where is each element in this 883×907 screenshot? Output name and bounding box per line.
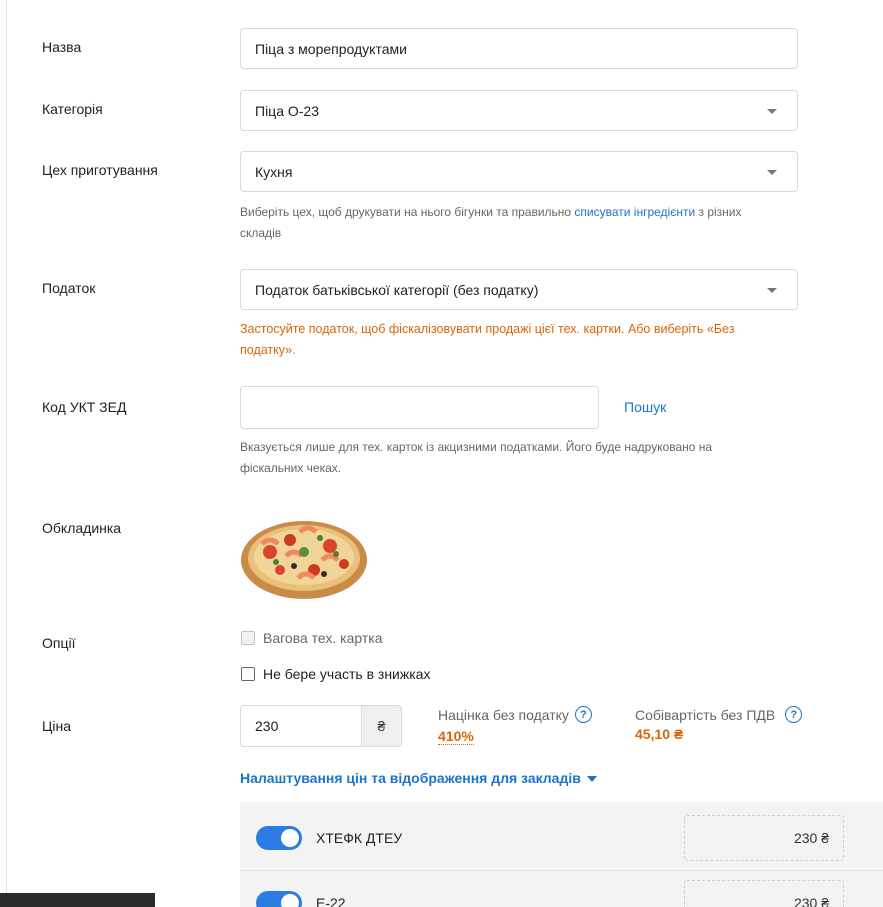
name-input-value: Піца з морепродуктами bbox=[255, 40, 407, 57]
pizza-image bbox=[240, 508, 368, 600]
uktzed-hint: Вказується лише для тех. карток із акциз… bbox=[240, 440, 713, 475]
markup-label-text: Націнка без податку bbox=[438, 706, 569, 723]
category-select-value: Піца О-23 bbox=[255, 102, 319, 119]
workshop-hint-text: Виберіть цех, щоб друкувати на нього біг… bbox=[240, 205, 575, 219]
uktzed-label: Код УКТ ЗЕД bbox=[42, 399, 127, 415]
no-discounts-option[interactable]: Не бере участь в знижках bbox=[241, 666, 430, 682]
venue-price-list: ХТЕФК ДТЕУ 230 ₴ Е-22 230 ₴ bbox=[240, 802, 883, 907]
tax-label: Податок bbox=[42, 280, 96, 296]
cover-image[interactable] bbox=[240, 508, 368, 600]
price-input-value[interactable]: 230 bbox=[241, 706, 361, 746]
toggle-knob bbox=[281, 829, 299, 847]
workshop-select-value: Кухня bbox=[255, 163, 293, 180]
tax-select[interactable]: Податок батьківської категорії (без пода… bbox=[240, 269, 798, 310]
question-circle-icon[interactable]: ? bbox=[785, 706, 803, 723]
left-border bbox=[6, 0, 7, 907]
category-select[interactable]: Піца О-23 bbox=[240, 90, 798, 131]
venue-settings-label: Налаштування цін та відображення для зак… bbox=[240, 770, 581, 786]
venue-enabled-toggle[interactable] bbox=[256, 890, 302, 907]
name-input[interactable]: Піца з морепродуктами bbox=[240, 28, 798, 69]
uktzed-search-link[interactable]: Пошук bbox=[624, 399, 666, 415]
price-label: Ціна bbox=[42, 718, 71, 734]
chevron-down-icon bbox=[767, 288, 777, 293]
workshop-hint: Виберіть цех, щоб друкувати на нього біг… bbox=[240, 202, 760, 244]
toggle-knob bbox=[281, 893, 299, 907]
question-circle-icon[interactable]: ? bbox=[574, 706, 592, 723]
cover-label: Обкладинка bbox=[42, 520, 122, 536]
writeoff-ingredients-link[interactable]: списувати інгредієнти bbox=[574, 205, 695, 219]
cost-label-text: Собівартість без ПДВ bbox=[635, 706, 776, 723]
venue-enabled-toggle[interactable] bbox=[256, 826, 302, 850]
caret-down-icon bbox=[586, 776, 597, 782]
tax-warning: Застосуйте податок, щоб фіскалізовувати … bbox=[240, 322, 735, 357]
chevron-down-icon bbox=[767, 170, 777, 175]
category-label: Категорія bbox=[42, 101, 103, 117]
markup-label: Націнка без податку ? bbox=[438, 706, 592, 723]
venue-name: Е-22 bbox=[316, 894, 346, 907]
options-label: Опції bbox=[42, 635, 76, 651]
no-discounts-checkbox[interactable] bbox=[241, 667, 255, 681]
uktzed-input[interactable] bbox=[240, 386, 599, 429]
venue-row: Е-22 230 ₴ bbox=[240, 870, 883, 907]
weight-card-option: Вагова тех. картка bbox=[241, 630, 383, 646]
venue-price-input[interactable]: 230 ₴ bbox=[684, 815, 844, 861]
chevron-down-icon bbox=[767, 109, 777, 114]
venue-name: ХТЕФК ДТЕУ bbox=[316, 830, 403, 846]
venue-settings-toggle[interactable]: Налаштування цін та відображення для зак… bbox=[240, 770, 597, 786]
price-input[interactable]: 230 ₴ bbox=[240, 705, 402, 747]
venue-price-input[interactable]: 230 ₴ bbox=[684, 879, 844, 907]
cost-value: 45,10 ₴ bbox=[635, 726, 684, 742]
workshop-select[interactable]: Кухня bbox=[240, 151, 798, 192]
weight-card-checkbox bbox=[241, 631, 255, 645]
workshop-label: Цех приготування bbox=[42, 162, 158, 178]
tax-select-value: Податок батьківської категорії (без пода… bbox=[255, 281, 539, 298]
no-discounts-label[interactable]: Не бере участь в знижках bbox=[263, 666, 430, 682]
cost-label: Собівартість без ПДВ ? bbox=[635, 706, 803, 723]
currency-suffix: ₴ bbox=[361, 706, 401, 746]
venue-row: ХТЕФК ДТЕУ 230 ₴ bbox=[240, 806, 883, 870]
bottom-dark-bar bbox=[0, 893, 155, 907]
name-label: Назва bbox=[42, 39, 82, 55]
weight-card-label: Вагова тех. картка bbox=[263, 630, 383, 646]
markup-value[interactable]: 410% bbox=[438, 728, 474, 745]
